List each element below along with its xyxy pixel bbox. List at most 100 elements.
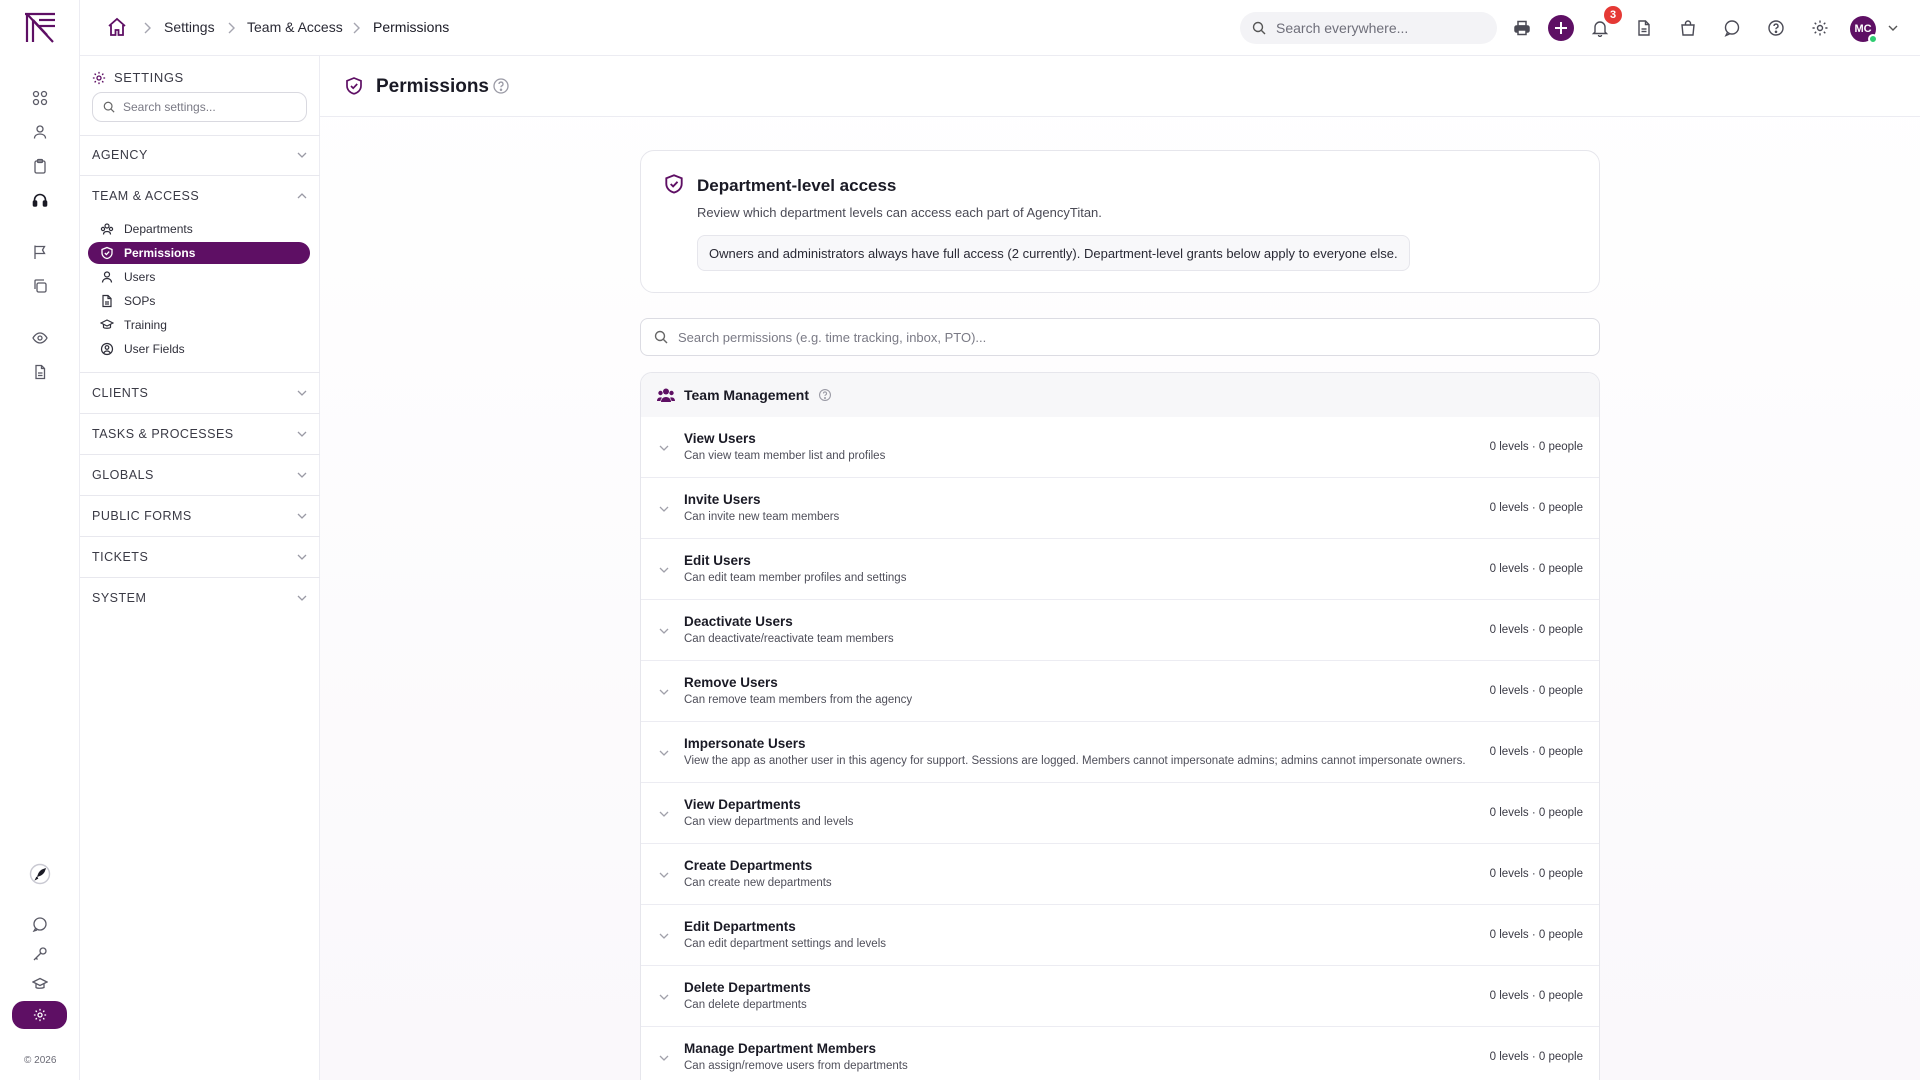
help-icon[interactable] [818,388,832,402]
section-label: AGENCY [92,148,148,162]
eye-icon[interactable] [28,326,52,350]
graduation-icon[interactable] [28,972,52,996]
user-icon [100,270,114,284]
message-icon[interactable] [1720,16,1744,40]
permission-levels-count: 0 levels · 0 people [1489,929,1583,941]
permission-row[interactable]: Delete Departments Can delete departments… [641,966,1599,1027]
settings-search-input[interactable] [123,100,293,114]
clipboard-icon[interactable] [28,154,52,178]
permission-row[interactable]: View Departments Can view departments and… [641,783,1599,844]
dashboard-icon[interactable] [28,86,52,110]
permission-description: Can edit department settings and levels [684,938,887,950]
chevron-down-icon[interactable] [657,685,671,699]
chevron-down-icon[interactable] [657,807,671,821]
permission-row[interactable]: Edit Departments Can edit department sett… [641,905,1599,966]
permission-row[interactable]: Manage Department Members Can assign/remo… [641,1027,1599,1080]
chevron-down-icon[interactable] [657,1051,671,1065]
sidebar-item-departments[interactable]: Departments [88,218,310,240]
settings-title: SETTINGS [114,70,184,85]
search-icon [1252,21,1266,35]
settings-rail-button[interactable] [12,1001,67,1029]
admin-access-note: Owners and administrators always have fu… [697,235,1410,271]
agencytitan-logo[interactable] [22,11,58,45]
section-team-access[interactable]: TEAM & ACCESS [92,184,308,208]
chevron-down-icon[interactable] [657,929,671,943]
divider [80,577,320,578]
copy-icon[interactable] [28,274,52,298]
key-icon[interactable] [28,942,52,966]
avatar[interactable]: MC [1850,16,1878,44]
chevron-right-icon [225,21,237,35]
global-search-input[interactable] [1276,20,1476,36]
search-icon [103,101,115,113]
permission-levels-count: 0 levels · 0 people [1489,807,1583,819]
permission-levels-count: 0 levels · 0 people [1489,746,1583,758]
chat-icon[interactable] [28,912,52,936]
section-label: SYSTEM [92,591,147,605]
flag-icon[interactable] [28,240,52,264]
shield-icon [663,173,685,195]
section-agency[interactable]: AGENCY [92,143,308,167]
permission-row[interactable]: Invite Users Can invite new team members 0… [641,478,1599,539]
section-tickets[interactable]: TICKETS [92,545,308,569]
section-tasks-processes[interactable]: TASKS & PROCESSES [92,422,308,446]
permission-row[interactable]: Impersonate Users View the app as another… [641,722,1599,783]
chevron-down-icon[interactable] [657,502,671,516]
document-icon[interactable] [28,360,52,384]
permission-levels-count: 0 levels · 0 people [1489,624,1583,636]
permission-name: View Departments [684,797,801,812]
permission-levels-count: 0 levels · 0 people [1489,502,1583,514]
chevron-down-icon[interactable] [657,441,671,455]
home-icon[interactable] [106,16,130,40]
permission-row[interactable]: Remove Users Can remove team members from… [641,661,1599,722]
headset-icon[interactable] [28,188,52,212]
section-system[interactable]: SYSTEM [92,586,308,610]
sidebar-item-sops[interactable]: SOPs [88,290,310,312]
permission-search[interactable] [640,318,1600,356]
chevron-down-icon[interactable] [1886,21,1900,35]
add-button[interactable] [1548,15,1574,41]
gear-icon [33,1008,47,1022]
permission-row[interactable]: Create Departments Can create new departm… [641,844,1599,905]
global-search[interactable] [1240,12,1497,44]
settings-search[interactable] [92,92,307,122]
help-icon[interactable] [1764,16,1788,40]
permission-group-team-management: Team Management View Users Can view team … [640,372,1600,1080]
permission-row[interactable]: View Users Can view team member list and … [641,417,1599,478]
section-label: TEAM & ACCESS [92,189,200,203]
section-public-forms[interactable]: PUBLIC FORMS [92,504,308,528]
permission-row[interactable]: Edit Users Can edit team member profiles … [641,539,1599,600]
settings-sidebar-header: SETTINGS [92,70,184,85]
chevron-down-icon[interactable] [657,624,671,638]
divider [80,495,320,496]
sidebar-item-training[interactable]: Training [88,314,310,336]
section-clients[interactable]: CLIENTS [92,381,308,405]
sidebar-item-permissions[interactable]: Permissions [88,242,310,264]
chevron-down-icon[interactable] [657,868,671,882]
sidebar-item-user-fields[interactable]: User Fields [88,338,310,360]
chevron-down-icon[interactable] [657,990,671,1004]
notification-badge: 3 [1604,6,1622,24]
help-icon[interactable] [492,77,510,95]
file-icon[interactable] [1632,16,1656,40]
permission-levels-count: 0 levels · 0 people [1489,441,1583,453]
breadcrumb-settings[interactable]: Settings [164,19,215,35]
chevron-down-icon[interactable] [657,746,671,760]
gear-icon[interactable] [1808,16,1832,40]
copyright: © 2026 [24,1055,57,1066]
chevron-down-icon[interactable] [657,563,671,577]
sidebar-item-users[interactable]: Users [88,266,310,288]
breadcrumb-team-access[interactable]: Team & Access [247,19,343,35]
permission-description: Can edit team member profiles and settin… [684,572,907,584]
page-title: Permissions [376,76,489,97]
permission-row[interactable]: Deactivate Users Can deactivate/reactivat… [641,600,1599,661]
printer-icon[interactable] [1510,16,1534,40]
section-globals[interactable]: GLOBALS [92,463,308,487]
permission-list: View Users Can view team member list and … [641,417,1599,1080]
permission-search-input[interactable] [678,329,1578,345]
user-icon[interactable] [28,120,52,144]
section-label: CLIENTS [92,386,149,400]
shopping-bag-icon[interactable] [1676,16,1700,40]
rocket-icon[interactable] [28,862,52,886]
chevron-right-icon [350,21,362,35]
